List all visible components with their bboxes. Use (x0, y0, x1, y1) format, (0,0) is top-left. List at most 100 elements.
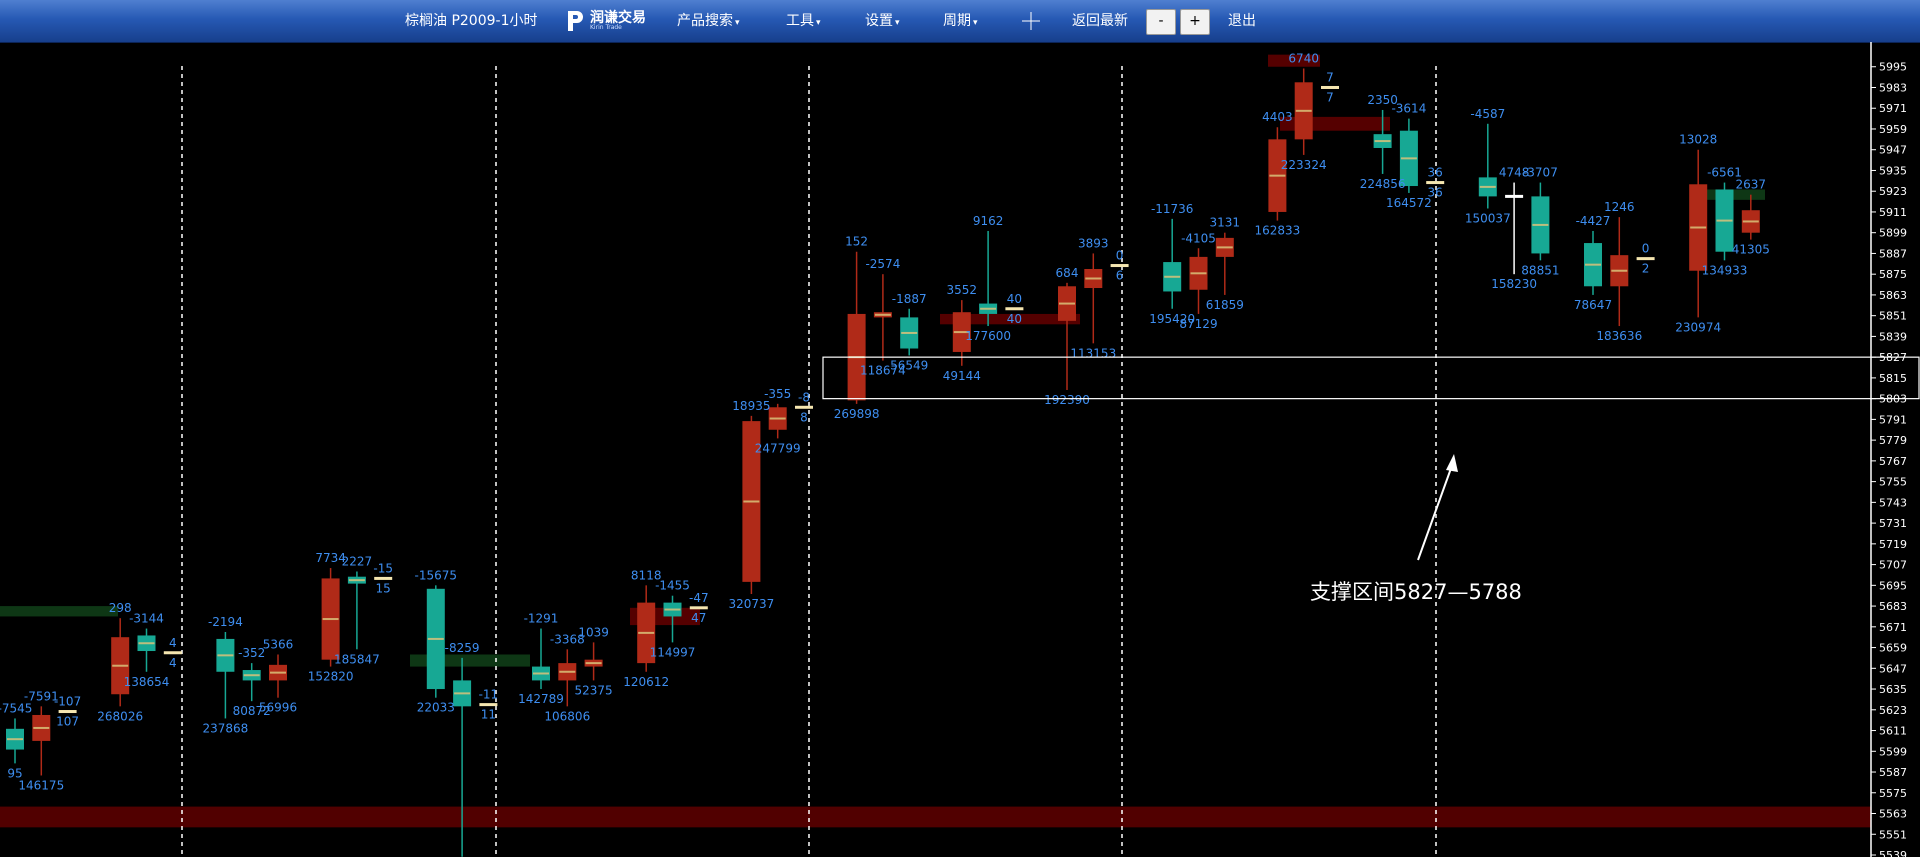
exit-button[interactable]: 退出 (1228, 0, 1256, 42)
menu-period[interactable]: 周期 ▾ (943, 0, 978, 42)
candle-volume-label: 158230 (1491, 277, 1537, 291)
price-tick-label: 5887 (1879, 247, 1907, 260)
price-tick-label: 5647 (1879, 662, 1907, 675)
price-tick-label: 5899 (1879, 227, 1907, 240)
candle-volume-label: 2 (1642, 262, 1650, 276)
candle-volume-label: 6 (1116, 269, 1124, 283)
candle-top-label: -1291 (524, 612, 559, 626)
caret-down-icon: ▾ (735, 18, 740, 28)
return-latest-button[interactable]: 返回最新 (1072, 0, 1128, 42)
candle-midmark (1374, 140, 1391, 143)
candle-midmark (322, 618, 339, 621)
candle-volume-label: 146175 (18, 778, 64, 792)
menu-tools-label: 工具 (786, 13, 814, 29)
candle-top-label: -3707 (1523, 166, 1558, 180)
candle-midmark (454, 692, 471, 695)
session-dividers (181, 66, 1437, 857)
candle-volume-label: 120612 (623, 675, 669, 689)
toolbar: 棕榈油 P2009-1小时 润谦交易 Kirin Trade 产品搜索 ▾ 工具 ▾… (0, 0, 1920, 43)
price-tick-label: 5623 (1879, 704, 1907, 717)
candle-volume-label: 183636 (1596, 329, 1642, 343)
annotation-arrow (1417, 454, 1458, 561)
candle-volume-label: 56549 (890, 358, 928, 372)
candle-volume-label: 15 (376, 581, 391, 595)
candle-volume-label: 47 (691, 611, 706, 625)
candle-volume-label: 185847 (334, 652, 380, 666)
price-tick-label: 5683 (1879, 600, 1907, 613)
candle-top-label: 684 (1056, 266, 1079, 280)
candle-midmark (112, 664, 129, 667)
brand-logo: 润谦交易 Kirin Trade (566, 0, 646, 42)
candle-midmark (243, 674, 260, 677)
doji-marker (374, 576, 393, 580)
volume-zone (0, 606, 118, 617)
candle-top-label: -355 (764, 387, 791, 401)
candle-volume-label: 36 (1428, 186, 1443, 200)
candlestick-chart[interactable]: -754595-7591146175-107107298268026-31441… (0, 42, 1920, 857)
candle-top-label: -8259 (445, 641, 480, 655)
price-tick-label: 5707 (1879, 559, 1907, 572)
price-tick-label: 5587 (1879, 766, 1907, 779)
candle-volume-label: 78647 (1574, 298, 1612, 312)
candle-top-label: -2194 (208, 615, 243, 629)
price-tick-label: 5659 (1879, 642, 1907, 655)
doji-marker (1005, 307, 1024, 311)
doji-marker (1110, 264, 1129, 268)
candle-midmark (217, 654, 234, 657)
candle-midmark (1400, 157, 1417, 160)
candle-volume-label: 230974 (1675, 320, 1721, 334)
candle-top-label: -2574 (865, 257, 900, 271)
candle-labels: -754595-7591146175-107107298268026-31441… (0, 51, 1770, 792)
candle-top-label: 18935 (732, 399, 770, 413)
candle-volume-label: 56996 (259, 701, 297, 715)
menu-period-label: 周期 (943, 13, 971, 29)
candle-volume-label: 164572 (1386, 196, 1432, 210)
price-axis: 5995 5983 5971 5959 5947 5935 5923 5911 5899 5887… (1870, 42, 1907, 857)
zoom-in-button[interactable]: + (1180, 9, 1210, 35)
price-tick-label: 5863 (1879, 289, 1907, 302)
candle-volume-label: 237868 (202, 721, 248, 735)
price-tick-label: 5551 (1879, 828, 1907, 841)
zoom-out-button[interactable]: - (1146, 9, 1176, 35)
candle-midmark (1532, 223, 1549, 226)
support-zone (822, 356, 1920, 400)
price-tick-label: 5935 (1879, 164, 1907, 177)
candle-volume-label: 107 (56, 715, 79, 729)
price-tick-label: 5983 (1879, 81, 1907, 94)
candle-top-label: -3614 (1391, 102, 1426, 116)
candle-top-label: -3144 (129, 612, 164, 626)
candle-top-label: -7545 (0, 701, 32, 715)
price-tick-label: 5923 (1879, 185, 1907, 198)
candle-midmark (1059, 302, 1075, 305)
candle-top-label: -11 (479, 688, 499, 702)
candle-volume-label: 134933 (1702, 263, 1748, 277)
menu-product-search[interactable]: 产品搜索 ▾ (677, 0, 740, 42)
candle-top-label: 4403 (1262, 110, 1293, 124)
price-tick-label: 5755 (1879, 476, 1907, 489)
candle-volume-label: 192390 (1044, 393, 1090, 407)
caret-down-icon: ▾ (973, 18, 978, 28)
candle-midmark (1716, 219, 1733, 222)
candle-midmark (1190, 272, 1207, 275)
price-tick-label: 5563 (1879, 808, 1907, 821)
candle-midmark (874, 313, 891, 316)
candle-volume-label: 11 (481, 708, 496, 722)
volume-band (0, 806, 1871, 828)
candle-midmark (348, 579, 365, 582)
candle-volume-label: 223324 (1281, 158, 1327, 172)
candle-midmark (743, 500, 760, 503)
menu-tools[interactable]: 工具 ▾ (786, 0, 821, 42)
price-tick-label: 5611 (1879, 725, 1907, 738)
candle-top-label: 7 (1326, 70, 1334, 84)
candle-top-label: -47 (689, 591, 709, 605)
candle-top-label: -15 (373, 561, 393, 575)
candle-volume-label: 4 (169, 656, 177, 670)
price-tick-label: 5719 (1879, 538, 1907, 551)
candle-top-label: 152 (845, 235, 868, 249)
support-zone-box (822, 356, 1920, 400)
candle-midmark (1164, 275, 1181, 278)
candle-volume-label: 114997 (650, 645, 696, 659)
crosshair-button[interactable] (1020, 0, 1044, 42)
menu-settings[interactable]: 设置 ▾ (865, 0, 900, 42)
price-tick-label: 5767 (1879, 455, 1907, 468)
